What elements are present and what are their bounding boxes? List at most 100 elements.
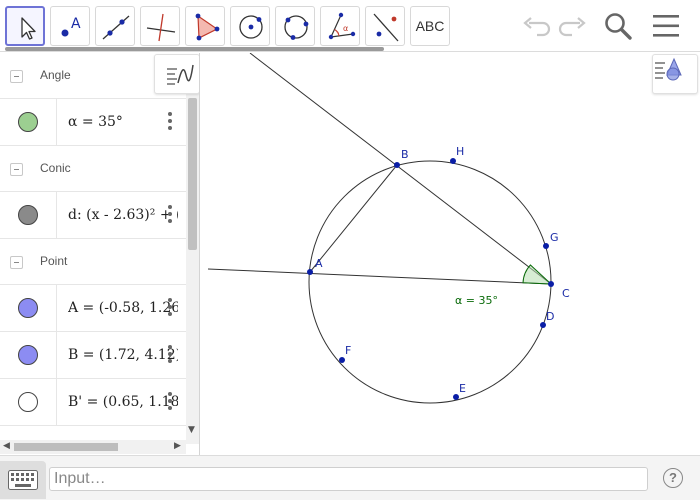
point-e[interactable]: E bbox=[453, 382, 466, 400]
algebra-item-point-a[interactable]: A = (-0.58, 1.26) bbox=[0, 285, 186, 332]
visibility-cell bbox=[0, 192, 57, 238]
toolbar-scrollbar[interactable] bbox=[5, 47, 384, 51]
point-b[interactable]: B bbox=[394, 148, 409, 168]
perpendicular-line-icon bbox=[146, 13, 176, 42]
point-f-label: F bbox=[345, 344, 351, 357]
line-tool-button[interactable] bbox=[95, 6, 135, 46]
style-bar-geometry-icon bbox=[655, 57, 682, 81]
point-b-label: B bbox=[401, 148, 409, 161]
more-options-icon[interactable] bbox=[168, 298, 174, 318]
input-bar: Input… ? bbox=[0, 455, 700, 500]
style-bar-graph-icon bbox=[167, 64, 194, 85]
line-through-points-icon bbox=[102, 15, 130, 40]
more-options-icon[interactable] bbox=[168, 112, 174, 132]
group-header-point[interactable]: Point bbox=[0, 239, 186, 285]
algebra-expression[interactable]: d: (x - 2.63)² + (y - bbox=[68, 207, 178, 223]
more-options-icon[interactable] bbox=[168, 392, 174, 412]
algebra-input-field[interactable]: Input… bbox=[49, 467, 648, 491]
visibility-toggle-icon[interactable] bbox=[18, 298, 38, 318]
point-d-label: D bbox=[546, 310, 554, 323]
point-c[interactable]: C bbox=[548, 281, 570, 300]
group-title: Conic bbox=[40, 161, 71, 175]
algebra-list: Angle α = 35° Conic d: (x - 2.63)² + (y … bbox=[0, 53, 186, 438]
scroll-down-arrow-icon[interactable]: ▼ bbox=[188, 425, 195, 435]
polygon-tool-button[interactable] bbox=[185, 6, 225, 46]
point-d[interactable]: D bbox=[540, 310, 554, 328]
group-title: Angle bbox=[40, 68, 71, 82]
point-icon: A bbox=[61, 16, 81, 37]
more-options-icon[interactable] bbox=[168, 345, 174, 365]
text-tool-button[interactable]: ABC bbox=[410, 6, 450, 46]
angle-tool-button[interactable]: α bbox=[320, 6, 360, 46]
circle-center-icon bbox=[239, 15, 263, 39]
circle-center-tool-button[interactable] bbox=[230, 6, 270, 46]
point-a[interactable]: A bbox=[307, 257, 323, 275]
horizontal-scrollbar-thumb[interactable] bbox=[14, 443, 118, 451]
algebra-expression[interactable]: A = (-0.58, 1.26) bbox=[68, 300, 178, 316]
angle-alpha-label[interactable]: α = 35° bbox=[455, 294, 498, 307]
algebra-item-alpha[interactable]: α = 35° bbox=[0, 99, 186, 146]
virtual-keyboard-button[interactable] bbox=[0, 461, 46, 499]
point-a-label: A bbox=[315, 257, 323, 270]
polygon-icon bbox=[195, 13, 220, 41]
algebra-item-point-b-prime[interactable]: B' = (0.65, 1.18) bbox=[0, 379, 186, 426]
visibility-toggle-icon[interactable] bbox=[18, 392, 38, 412]
group-title: Point bbox=[40, 254, 68, 268]
visibility-toggle-icon[interactable] bbox=[18, 112, 38, 132]
geometry-canvas[interactable]: α = 35° A B C D E F G H bbox=[208, 53, 700, 455]
point-h-label: H bbox=[456, 145, 464, 158]
visibility-cell bbox=[0, 285, 57, 331]
move-tool-button[interactable] bbox=[5, 6, 45, 46]
point-f[interactable]: F bbox=[339, 344, 351, 363]
horizontal-scrollbar-track[interactable]: ◀ ▶ bbox=[0, 440, 186, 454]
graphics-style-toggle-button[interactable] bbox=[154, 54, 199, 94]
collapse-icon[interactable] bbox=[10, 256, 23, 269]
perpendicular-line-tool-button[interactable] bbox=[140, 6, 180, 46]
menu-icon bbox=[653, 15, 679, 37]
circle-three-points-tool-button[interactable] bbox=[275, 6, 315, 46]
text-tool-label: ABC bbox=[415, 18, 445, 34]
scroll-left-arrow-icon[interactable]: ◀ bbox=[3, 441, 10, 451]
svg-text:A: A bbox=[71, 16, 81, 32]
algebra-item-conic-d[interactable]: d: (x - 2.63)² + (y - bbox=[0, 192, 186, 239]
algebra-expression[interactable]: α = 35° bbox=[68, 114, 178, 130]
keyboard-icon bbox=[8, 470, 38, 490]
line-through-a-c[interactable] bbox=[208, 268, 552, 285]
point-tool-button[interactable]: A bbox=[50, 6, 90, 46]
svg-text:α: α bbox=[343, 24, 348, 33]
point-g-label: G bbox=[550, 231, 559, 244]
undo-icon bbox=[523, 17, 551, 37]
point-h[interactable]: H bbox=[450, 145, 464, 164]
algebra-expression[interactable]: B = (1.72, 4.12) bbox=[68, 347, 178, 363]
redo-icon bbox=[558, 17, 586, 37]
undo-button[interactable] bbox=[518, 8, 554, 44]
arrow-cursor-icon bbox=[21, 17, 36, 40]
search-icon bbox=[605, 13, 632, 40]
collapse-icon[interactable] bbox=[10, 70, 23, 83]
search-button[interactable] bbox=[600, 8, 636, 44]
group-header-conic[interactable]: Conic bbox=[0, 146, 186, 192]
segment-a-b[interactable] bbox=[309, 164, 398, 273]
toolbar: A α ABC bbox=[0, 0, 700, 52]
point-g[interactable]: G bbox=[543, 231, 559, 249]
point-c-label: C bbox=[562, 287, 570, 300]
main-menu-button[interactable] bbox=[648, 8, 684, 44]
scroll-right-arrow-icon[interactable]: ▶ bbox=[174, 441, 181, 451]
visibility-toggle-icon[interactable] bbox=[18, 345, 38, 365]
angle-alpha-sector[interactable] bbox=[522, 264, 553, 285]
reflect-tool-button[interactable] bbox=[365, 6, 405, 46]
circle-three-points-icon bbox=[284, 15, 309, 40]
visibility-toggle-icon[interactable] bbox=[18, 205, 38, 225]
algebra-expression[interactable]: B' = (0.65, 1.18) bbox=[68, 394, 178, 410]
line-through-b-c[interactable] bbox=[249, 53, 552, 285]
visibility-cell bbox=[0, 379, 57, 425]
algebra-view: Angle α = 35° Conic d: (x - 2.63)² + (y … bbox=[0, 53, 200, 455]
algebra-item-point-b[interactable]: B = (1.72, 4.12) bbox=[0, 332, 186, 379]
help-icon[interactable]: ? bbox=[663, 468, 683, 488]
graphics-view[interactable]: α = 35° A B C D E F G H bbox=[208, 53, 700, 455]
redo-button[interactable] bbox=[555, 8, 591, 44]
vertical-scrollbar-thumb[interactable] bbox=[188, 98, 197, 250]
graphics-style-bar-button[interactable] bbox=[652, 54, 698, 94]
more-options-icon[interactable] bbox=[168, 205, 174, 225]
collapse-icon[interactable] bbox=[10, 163, 23, 176]
